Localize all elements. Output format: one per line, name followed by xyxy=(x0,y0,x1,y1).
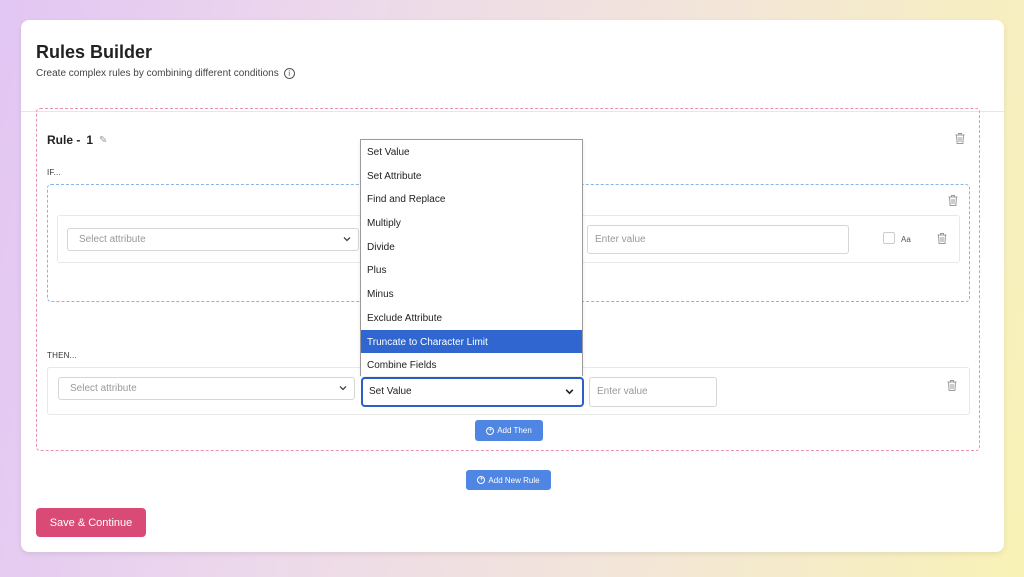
page-subtitle: Create complex rules by combining differ… xyxy=(36,68,295,79)
chevron-down-icon xyxy=(565,389,574,395)
dropdown-option[interactable]: Minus xyxy=(361,282,582,306)
action-attribute-select[interactable]: Select attribute xyxy=(58,377,355,400)
delete-condition-trash-icon[interactable] xyxy=(936,232,948,245)
subtitle-text: Create complex rules by combining differ… xyxy=(36,68,279,79)
delete-group-trash-icon[interactable] xyxy=(947,194,959,207)
add-new-rule-button[interactable]: + Add New Rule xyxy=(466,470,551,490)
then-label: THEN... xyxy=(47,351,77,360)
if-label: IF... xyxy=(47,168,61,177)
action-type-value: Set Value xyxy=(369,386,412,397)
action-attribute-placeholder: Select attribute xyxy=(70,383,137,394)
delete-rule-trash-icon[interactable] xyxy=(954,132,966,145)
dropdown-option[interactable]: Exclude Attribute xyxy=(361,306,582,330)
chevron-down-icon xyxy=(343,237,351,242)
info-icon[interactable]: i xyxy=(283,68,295,79)
plus-circle-icon: + xyxy=(486,426,495,435)
page-title: Rules Builder xyxy=(36,42,153,62)
add-then-label: Add Then xyxy=(497,426,532,435)
rule-label: Rule - xyxy=(47,133,81,147)
action-value-input[interactable]: Enter value xyxy=(589,377,717,407)
case-sensitive-checkbox[interactable] xyxy=(883,232,895,244)
add-new-rule-label: Add New Rule xyxy=(488,475,540,485)
dropdown-option[interactable]: Plus xyxy=(361,258,582,282)
dropdown-option-highlighted[interactable]: Truncate to Character Limit xyxy=(361,329,582,354)
dropdown-option[interactable]: Divide xyxy=(361,235,582,259)
condition-attribute-select[interactable]: Select attribute xyxy=(67,228,359,251)
add-then-button[interactable]: + Add Then xyxy=(475,420,543,441)
action-type-dropdown-list: Set Value Set Attribute Find and Replace… xyxy=(360,139,583,376)
plus-circle-icon: + xyxy=(477,476,486,484)
dropdown-option[interactable]: Set Attribute xyxy=(361,164,582,188)
dropdown-option[interactable]: Multiply xyxy=(361,211,582,235)
rule-title: Rule - 1 ✎ xyxy=(47,133,107,147)
rule-number: 1 xyxy=(86,133,94,147)
save-continue-button[interactable]: Save & Continue xyxy=(36,508,146,537)
chevron-down-icon xyxy=(339,386,347,391)
dropdown-option[interactable]: Find and Replace xyxy=(361,187,582,211)
action-type-select[interactable]: Set Value xyxy=(361,377,584,407)
dropdown-option[interactable]: Combine Fields xyxy=(361,353,582,377)
condition-value-input[interactable]: Enter value xyxy=(587,225,849,254)
condition-attribute-placeholder: Select attribute xyxy=(79,234,146,245)
delete-action-trash-icon[interactable] xyxy=(946,379,958,392)
pencil-icon[interactable]: ✎ xyxy=(99,135,107,146)
case-sensitive-label: Aa xyxy=(901,235,911,244)
dropdown-option[interactable]: Set Value xyxy=(361,140,582,164)
